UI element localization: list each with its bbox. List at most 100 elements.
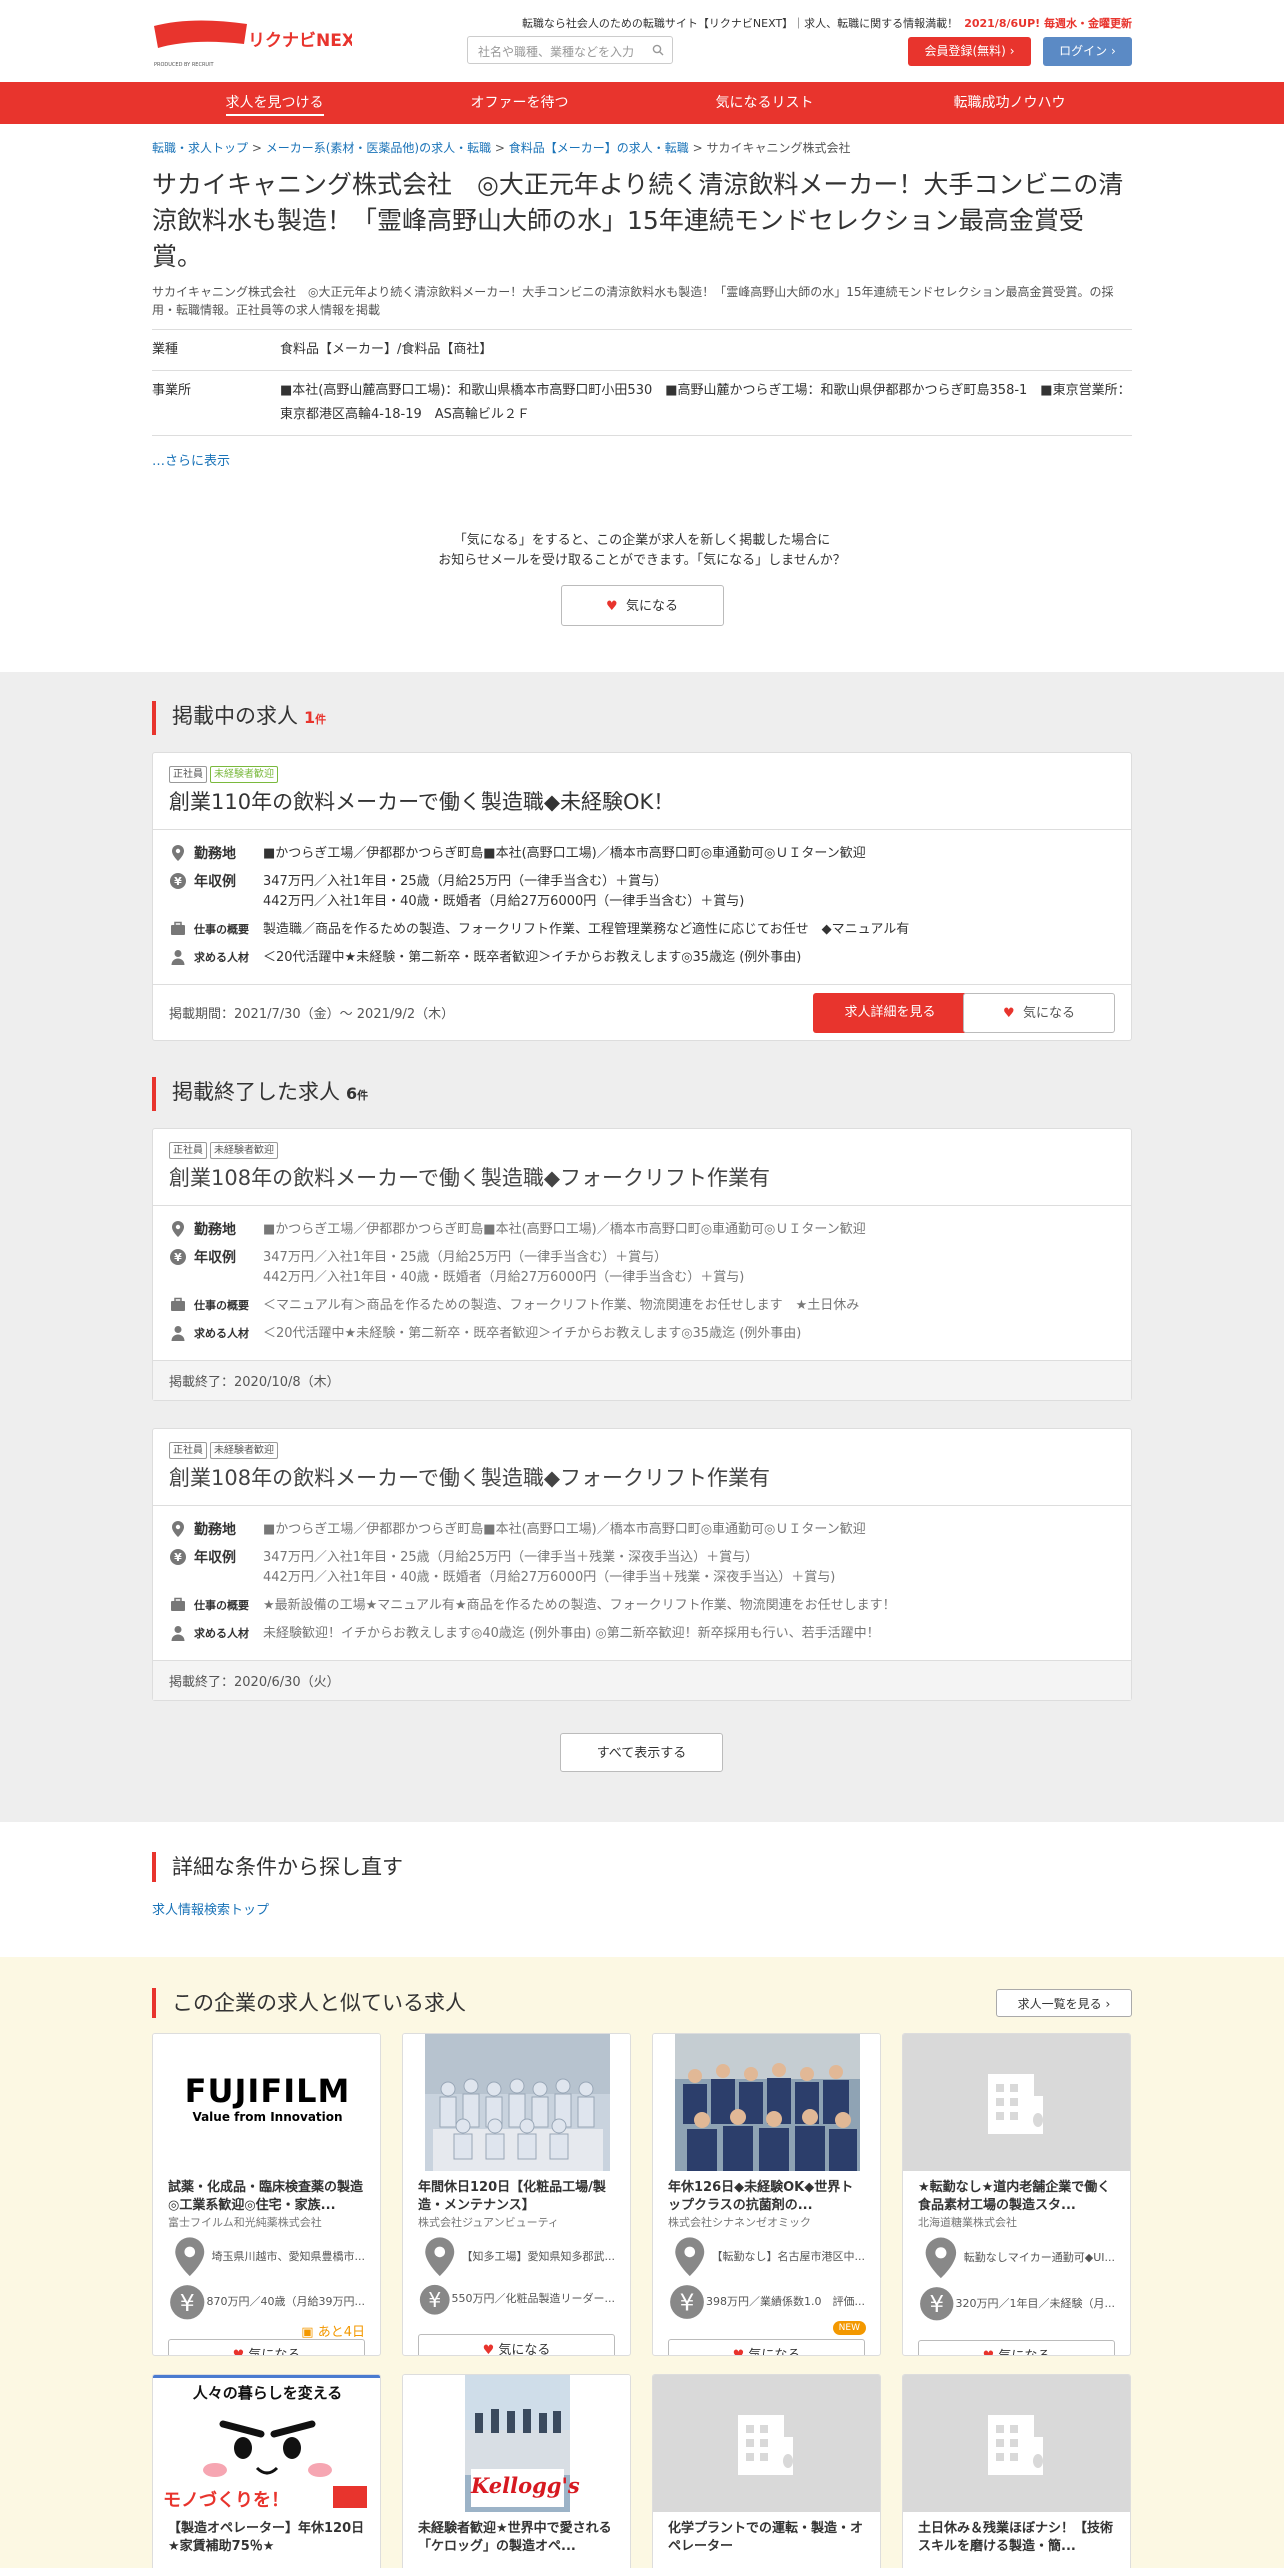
similar-job-company: 北海道糖業株式会社: [918, 2216, 1017, 2229]
nav-favorites[interactable]: 気になるリスト: [642, 82, 887, 124]
salary-line: 347万円／入社1年目・25歳（月給25万円（一律手当＋残業・深夜手当込）＋賞与…: [263, 1550, 759, 1565]
job-card-ended[interactable]: 正社員 未経験者歓迎 創業108年の飲料メーカーで働く製造職◆フォークリフト作業有…: [152, 1428, 1132, 1701]
company-image: FUJIFILM Value from Innovation: [153, 2034, 380, 2171]
similar-job-title: 試薬・化成品・臨床検査薬の製造◎工業系歓迎◎住宅・家族...: [168, 2180, 364, 2213]
job-list-button[interactable]: 求人一覧を見る ›: [996, 1989, 1132, 2017]
salary-value: 347万円／入社1年目・25歳（月給25万円（一律手当含む）＋賞与） 442万円／…: [263, 872, 1115, 912]
label-text: 勤務地: [194, 1222, 236, 1238]
favorite-label: 気になる: [498, 2343, 551, 2356]
company-image: [903, 2034, 1130, 2171]
similar-favorite-button[interactable]: ♥ 気になる: [918, 2340, 1115, 2355]
breadcrumb-link[interactable]: 食料品【メーカー】の求人・転職: [509, 141, 689, 155]
job-detail-button[interactable]: 求人詳細を見る: [813, 993, 967, 1033]
search-again-heading: 詳細な条件から探し直す: [152, 1852, 403, 1882]
posting-period: 掲載期間：2021/7/30（金）～ 2021/9/2（木）: [169, 1007, 455, 1022]
deadline-row: ▣ あと4日: [153, 2321, 380, 2341]
job-card-body: 勤務地 ■かつらぎ工場／伊都郡かつらぎ町島■本社(高野口工場)／橋本市高野口町◎車…: [153, 1506, 1131, 1660]
nav-wait-offers[interactable]: オファーを待つ: [397, 82, 642, 124]
info-row-offices: 事業所 ■本社(高野山麓高野口工場)：和歌山県橋本市高野口町小田530 ■高野山麓…: [152, 371, 1132, 436]
summary-label: 仕事の概要: [169, 1596, 263, 1616]
favorite-company-button[interactable]: ♥ 気になる: [560, 585, 724, 626]
nav-find-jobs[interactable]: 求人を見つける: [152, 82, 397, 124]
map-pin-icon: [172, 845, 184, 861]
briefcase-icon: [171, 1297, 185, 1311]
login-button[interactable]: ログイン ›: [1043, 37, 1132, 66]
similar-job-card[interactable]: FUJIFILM Value from Innovation 試薬・化成品・臨床…: [152, 2033, 381, 2356]
building-icon: [738, 2415, 793, 2475]
salary-text: 870万円／40歳（月給39万円...: [206, 2294, 365, 2308]
similar-job-card[interactable]: Kellogg's 未経験者歓迎★世界中で愛される「ケロッグ」の製造オペ...: [402, 2374, 631, 2568]
similar-favorite-button[interactable]: ♥ 気になる: [668, 2338, 865, 2356]
similar-job-salary: ¥320万円／1年目／未経験（月...: [903, 2281, 1130, 2323]
similar-favorite-button[interactable]: ♥ 気になる: [418, 2334, 615, 2356]
similar-job-card[interactable]: 土日休み＆残業ほぼナシ！【技術スキルを磨ける製造・簡...: [902, 2374, 1131, 2568]
search-input[interactable]: 社名や職種、業種などを入力: [467, 36, 673, 64]
site-tagline: 転職なら社会人のための転職サイト【リクナビNEXT】｜求人、転職に関する情報満載…: [522, 15, 1132, 31]
global-nav: 求人を見つける オファーを待つ 気になるリスト 転職成功ノウハウ: [0, 82, 1284, 124]
heading-text: 掲載終了した求人: [172, 1080, 340, 1104]
similar-job-card[interactable]: 人々の暮らしを変える モノづくりを！ 【製造オペレーター】年休120日★家賃補助…: [152, 2374, 381, 2568]
similar-favorite-button[interactable]: ♥ 気になる: [168, 2339, 365, 2355]
fujifilm-logo: FUJIFILM Value from Innovation: [175, 2034, 360, 2171]
person-icon: [171, 950, 185, 965]
inexperienced-tag: 未経験者歓迎: [210, 1442, 278, 1459]
page-title: サカイキャニング株式会社 ◎大正元年より続く清涼飲料メーカー！大手コンビニの清涼…: [152, 170, 1124, 271]
salary-value: 347万円／入社1年目・25歳（月給25万円（一律手当含む）＋賞与） 442万円／…: [263, 1248, 1115, 1288]
rikunabi-logo[interactable]: リクナビNEXT PRODUCED BY RECRUIT: [152, 18, 367, 68]
job-location: 勤務地 ■かつらぎ工場／伊都郡かつらぎ町島■本社(高野口工場)／橋本市高野口町◎車…: [169, 1220, 1115, 1240]
new-badge: NEW: [832, 2320, 866, 2335]
similar-job-title: 年間休日120日【化粧品工場/製造・メンテナンス】: [418, 2180, 606, 2213]
calendar-icon: ▣: [301, 2325, 314, 2341]
show-more-link[interactable]: …さらに表示: [152, 454, 230, 469]
staff-group-photo: [425, 2034, 610, 2171]
job-favorite-button[interactable]: ♥ 気になる: [963, 993, 1115, 1033]
info-key: 業種: [152, 342, 179, 357]
heading-text: 掲載中の求人: [172, 704, 298, 728]
yen-icon: ¥: [419, 2284, 450, 2315]
fujifilm-logo-text: FUJIFILM: [184, 2072, 351, 2110]
badge-text: あと4日: [317, 2325, 365, 2341]
similar-job-card[interactable]: ★転勤なし★道内老舗企業で働く食品素材工場の製造スタ... 北海道糖業株式会社 …: [902, 2033, 1131, 2356]
search-icon[interactable]: [652, 44, 664, 56]
show-all-button[interactable]: すべて表示する: [560, 1733, 723, 1772]
yen-icon: ¥: [670, 2284, 704, 2319]
detail-label: 求人詳細を見る: [844, 1005, 936, 1020]
similar-job-title: 化学プラントでの運転・製造・オペレーター: [668, 2521, 864, 2554]
salary-line: 442万円／入社1年目・40歳・既婚者（月給27万6000円（一律手当含む）＋賞…: [263, 1270, 745, 1285]
summary-value: ★最新設備の工場★マニュアル有★商品を作るための製造、フォークリフト作業、物流関…: [263, 1598, 896, 1613]
similar-job-location: 【転勤なし】名古屋市港区中...: [653, 2231, 880, 2279]
similar-job-card[interactable]: 化学プラントでの運転・製造・オペレーター: [652, 2374, 881, 2568]
favorite-label: 気になる: [1022, 1006, 1075, 1021]
map-pin-icon: [175, 2237, 205, 2277]
job-wanted: 求める人材 ＜20代活躍中★未経験・第二新卒・既卒者歓迎＞イチからお教えします◎3…: [169, 948, 1115, 968]
briefcase-icon: [171, 921, 185, 935]
register-label: 会員登録(無料): [924, 44, 1006, 58]
similar-job-salary: ¥550万円／化粧品製造リーダー...: [403, 2279, 630, 2317]
badge-row: NEW: [653, 2320, 880, 2339]
similar-job-location: 埼玉県川越市、愛知県豊橋市...: [153, 2231, 380, 2279]
count-unit: 件: [357, 1089, 369, 1102]
job-card[interactable]: 正社員 未経験者歓迎 創業110年の飲料メーカーで働く製造職◆未経験OK！ 勤務地…: [152, 752, 1132, 1041]
info-value: ■本社(高野山麓高野口工場)：和歌山県橋本市高野口町小田530 ■高野山麓かつら…: [280, 383, 1131, 422]
job-title[interactable]: 創業110年の飲料メーカーで働く製造職◆未経験OK！: [169, 783, 1115, 829]
similar-job-card[interactable]: 年間休日120日【化粧品工場/製造・メンテナンス】 株式会社ジュアンビューティ …: [402, 2033, 631, 2356]
wanted-value: ＜20代活躍中★未経験・第二新卒・既卒者歓迎＞イチからお教えします◎35歳迄 (…: [263, 950, 802, 965]
similar-jobs-heading: この企業の求人と似ている求人: [152, 1988, 466, 2018]
job-title[interactable]: 創業108年の飲料メーカーで働く製造職◆フォークリフト作業有: [169, 1159, 1115, 1205]
favorite-label: 気になる: [748, 2347, 801, 2356]
job-card-ended[interactable]: 正社員 未経験者歓迎 創業108年の飲料メーカーで働く製造職◆フォークリフト作業有…: [152, 1128, 1132, 1401]
breadcrumb-link[interactable]: 転職・求人トップ: [152, 141, 248, 155]
job-title[interactable]: 創業108年の飲料メーカーで働く製造職◆フォークリフト作業有: [169, 1459, 1115, 1505]
similar-job-title: 【製造オペレーター】年休120日★家賃補助75％★: [168, 2521, 365, 2554]
nav-know-how[interactable]: 転職成功ノウハウ: [887, 82, 1132, 124]
favorite-prompt-line: 「気になる」をすると、この企業が求人を新しく掲載した場合に: [453, 533, 831, 548]
job-card-head: 正社員 未経験者歓迎 創業108年の飲料メーカーで働く製造職◆フォークリフト作業有: [153, 1429, 1131, 1506]
register-button[interactable]: 会員登録(無料) ›: [908, 37, 1031, 66]
svg-text:¥: ¥: [929, 2292, 944, 2318]
heading-text: この企業の求人と似ている求人: [172, 1991, 466, 2015]
breadcrumb-link[interactable]: メーカー系(素材・医薬品他)の求人・転職: [266, 141, 491, 155]
site-header: リクナビNEXT PRODUCED BY RECRUIT 転職なら社会人のための…: [152, 0, 1132, 82]
search-top-link[interactable]: 求人情報検索トップ: [152, 1899, 269, 1918]
similar-job-card[interactable]: 年休126日◆未経験OK◆世界トップクラスの抗菌剤の... 株式会社シナネンゼオ…: [652, 2033, 881, 2356]
